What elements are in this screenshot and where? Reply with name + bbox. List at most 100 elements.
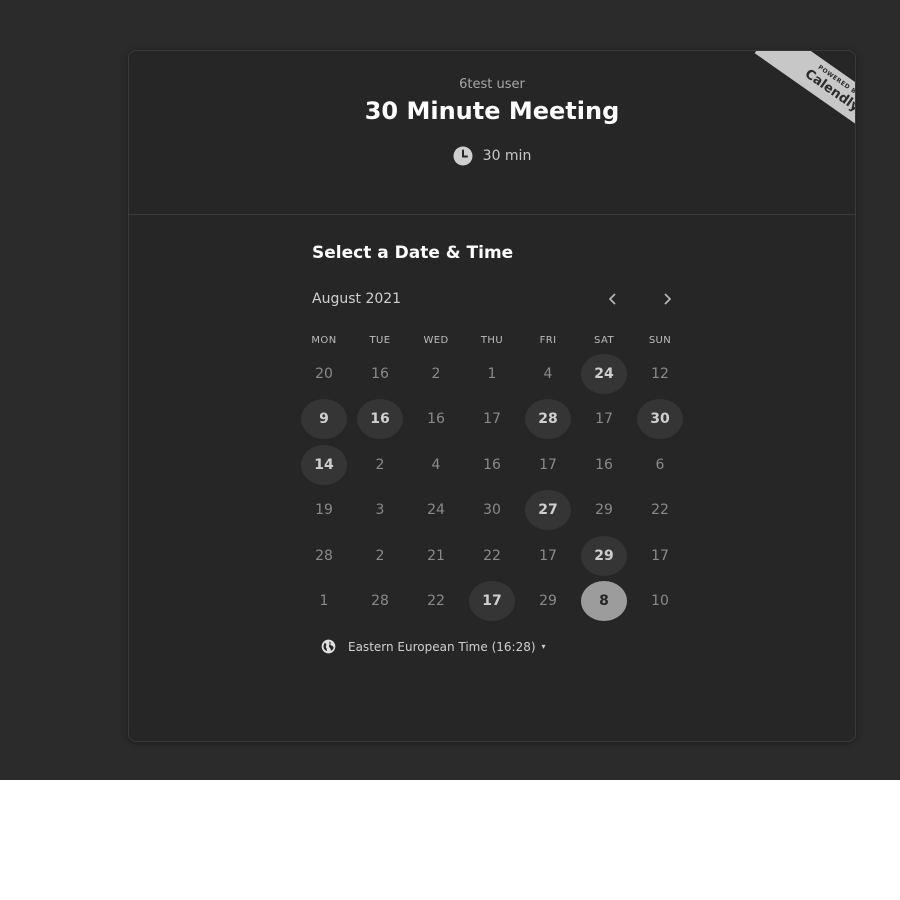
- calendar-cell: 17: [632, 536, 688, 576]
- unavailable-date: 16: [427, 411, 445, 428]
- available-date-button[interactable]: 30: [637, 399, 683, 440]
- calendar-cell: 28: [352, 581, 408, 621]
- unavailable-date: 24: [427, 502, 445, 519]
- globe-icon: [321, 639, 336, 654]
- unavailable-date: 2: [431, 365, 441, 382]
- unavailable-date: 17: [651, 547, 669, 564]
- calendar-cell: 17: [520, 536, 576, 576]
- chevron-right-icon: [664, 293, 672, 305]
- available-date-button[interactable]: 9: [301, 399, 347, 440]
- calendar-weeks: 20 16 2 1 4 24 12 9 16 16 17 28 17 30 14 2 4 16 17 16 6 19 3 24…: [296, 351, 688, 624]
- unavailable-date: 12: [651, 365, 669, 382]
- event-owner-name: 6test user: [459, 77, 525, 92]
- event-duration: 30 min: [129, 146, 855, 166]
- calendar-cell: 4: [520, 354, 576, 394]
- calendar-cell: 16: [352, 399, 408, 440]
- available-date-button[interactable]: 14: [301, 444, 347, 485]
- calendar-cell: 24: [576, 353, 632, 394]
- scheduling-card: POWERED BY Calendly 6test user 30 Minute…: [128, 50, 856, 742]
- unavailable-date: 19: [315, 502, 333, 519]
- unavailable-date: 16: [371, 365, 389, 382]
- calendar-cell: 21: [408, 536, 464, 576]
- timezone-selector[interactable]: Eastern European Time (16:28) ▾: [321, 639, 546, 654]
- available-date-button[interactable]: 17: [469, 581, 515, 622]
- weekday-label: WED: [423, 335, 449, 346]
- calendar-cell: 2: [352, 536, 408, 576]
- unavailable-date: 2: [375, 456, 385, 473]
- unavailable-date: 17: [595, 411, 613, 428]
- next-month-button[interactable]: [655, 287, 679, 311]
- unavailable-date: 1: [319, 593, 329, 610]
- calendar-cell: 17: [464, 581, 520, 622]
- calendar-cell: 29: [520, 581, 576, 621]
- calendar-cell: 16: [464, 445, 520, 485]
- calendar-week-row: 1 28 22 17 29 8 10: [296, 579, 688, 625]
- available-date-button[interactable]: 27: [525, 490, 571, 531]
- calendar-cell: 28: [296, 536, 352, 576]
- calendar-cell: 22: [464, 536, 520, 576]
- weekday-label: MON: [311, 335, 337, 346]
- calendar-cell: 14: [296, 444, 352, 485]
- calendar-cell: 9: [296, 399, 352, 440]
- weekday-header-row: MON TUE WED THU FRI SAT SUN: [296, 331, 688, 351]
- event-title: 30 Minute Meeting: [364, 97, 620, 125]
- unavailable-date: 22: [651, 502, 669, 519]
- month-label: August 2021: [312, 291, 402, 307]
- select-date-heading: Select a Date & Time: [312, 243, 514, 263]
- calendar-week-row: 20 16 2 1 4 24 12: [296, 351, 688, 397]
- calendar-cell: 8: [576, 581, 632, 622]
- calendar-cell: 24: [408, 490, 464, 530]
- calendar-cell: 20: [296, 354, 352, 394]
- calendar-week-row: 9 16 16 17 28 17 30: [296, 397, 688, 443]
- unavailable-date: 20: [315, 365, 333, 382]
- unavailable-date: 28: [315, 547, 333, 564]
- calendar-cell: 6: [632, 445, 688, 485]
- calendar-cell: 1: [464, 354, 520, 394]
- unavailable-date: 1: [487, 365, 497, 382]
- event-header: 6test user 30 Minute Meeting 30 min: [129, 51, 855, 215]
- calendar-cell: 16: [408, 399, 464, 439]
- calendar-cell: 17: [464, 399, 520, 439]
- unavailable-date: 4: [543, 365, 553, 382]
- unavailable-date: 30: [483, 502, 501, 519]
- calendar-week-row: 14 2 4 16 17 16 6: [296, 442, 688, 488]
- calendar-cell: 2: [352, 445, 408, 485]
- calendar-week-row: 19 3 24 30 27 29 22: [296, 488, 688, 534]
- calendar-cell: 3: [352, 490, 408, 530]
- calendar-cell: 22: [632, 490, 688, 530]
- unavailable-date: 3: [375, 502, 385, 519]
- clock-icon: [453, 146, 473, 166]
- calendar-cell: 27: [520, 490, 576, 531]
- calendar-cell: 30: [632, 399, 688, 440]
- available-date-button[interactable]: 16: [357, 399, 403, 440]
- calendar-cell: 17: [576, 399, 632, 439]
- unavailable-date: 21: [427, 547, 445, 564]
- calendar-cell: 22: [408, 581, 464, 621]
- unavailable-date: 10: [651, 593, 669, 610]
- calendar-cell: 1: [296, 581, 352, 621]
- previous-month-button[interactable]: [601, 287, 625, 311]
- weekday-label: SUN: [648, 335, 672, 346]
- timezone-label: Eastern European Time (16:28): [348, 639, 536, 654]
- weekday-label: FRI: [539, 335, 557, 346]
- unavailable-date: 16: [595, 456, 613, 473]
- calendar-cell: 19: [296, 490, 352, 530]
- calendar-cell: 16: [576, 445, 632, 485]
- calendar-cell: 12: [632, 354, 688, 394]
- available-date-button[interactable]: 24: [581, 353, 627, 394]
- calendar-cell: 16: [352, 354, 408, 394]
- available-date-button[interactable]: 28: [525, 399, 571, 440]
- unavailable-date: 22: [427, 593, 445, 610]
- unavailable-date: 2: [375, 547, 385, 564]
- unavailable-date: 17: [539, 456, 557, 473]
- calendar-cell: 4: [408, 445, 464, 485]
- unavailable-date: 16: [483, 456, 501, 473]
- calendar-cell: 2: [408, 354, 464, 394]
- unavailable-date: 22: [483, 547, 501, 564]
- calendar-cell: 28: [520, 399, 576, 440]
- unavailable-date: 4: [431, 456, 441, 473]
- available-date-button[interactable]: 29: [581, 535, 627, 576]
- unavailable-date: 28: [371, 593, 389, 610]
- selected-date-button[interactable]: 8: [581, 581, 627, 622]
- calendar-cell: 30: [464, 490, 520, 530]
